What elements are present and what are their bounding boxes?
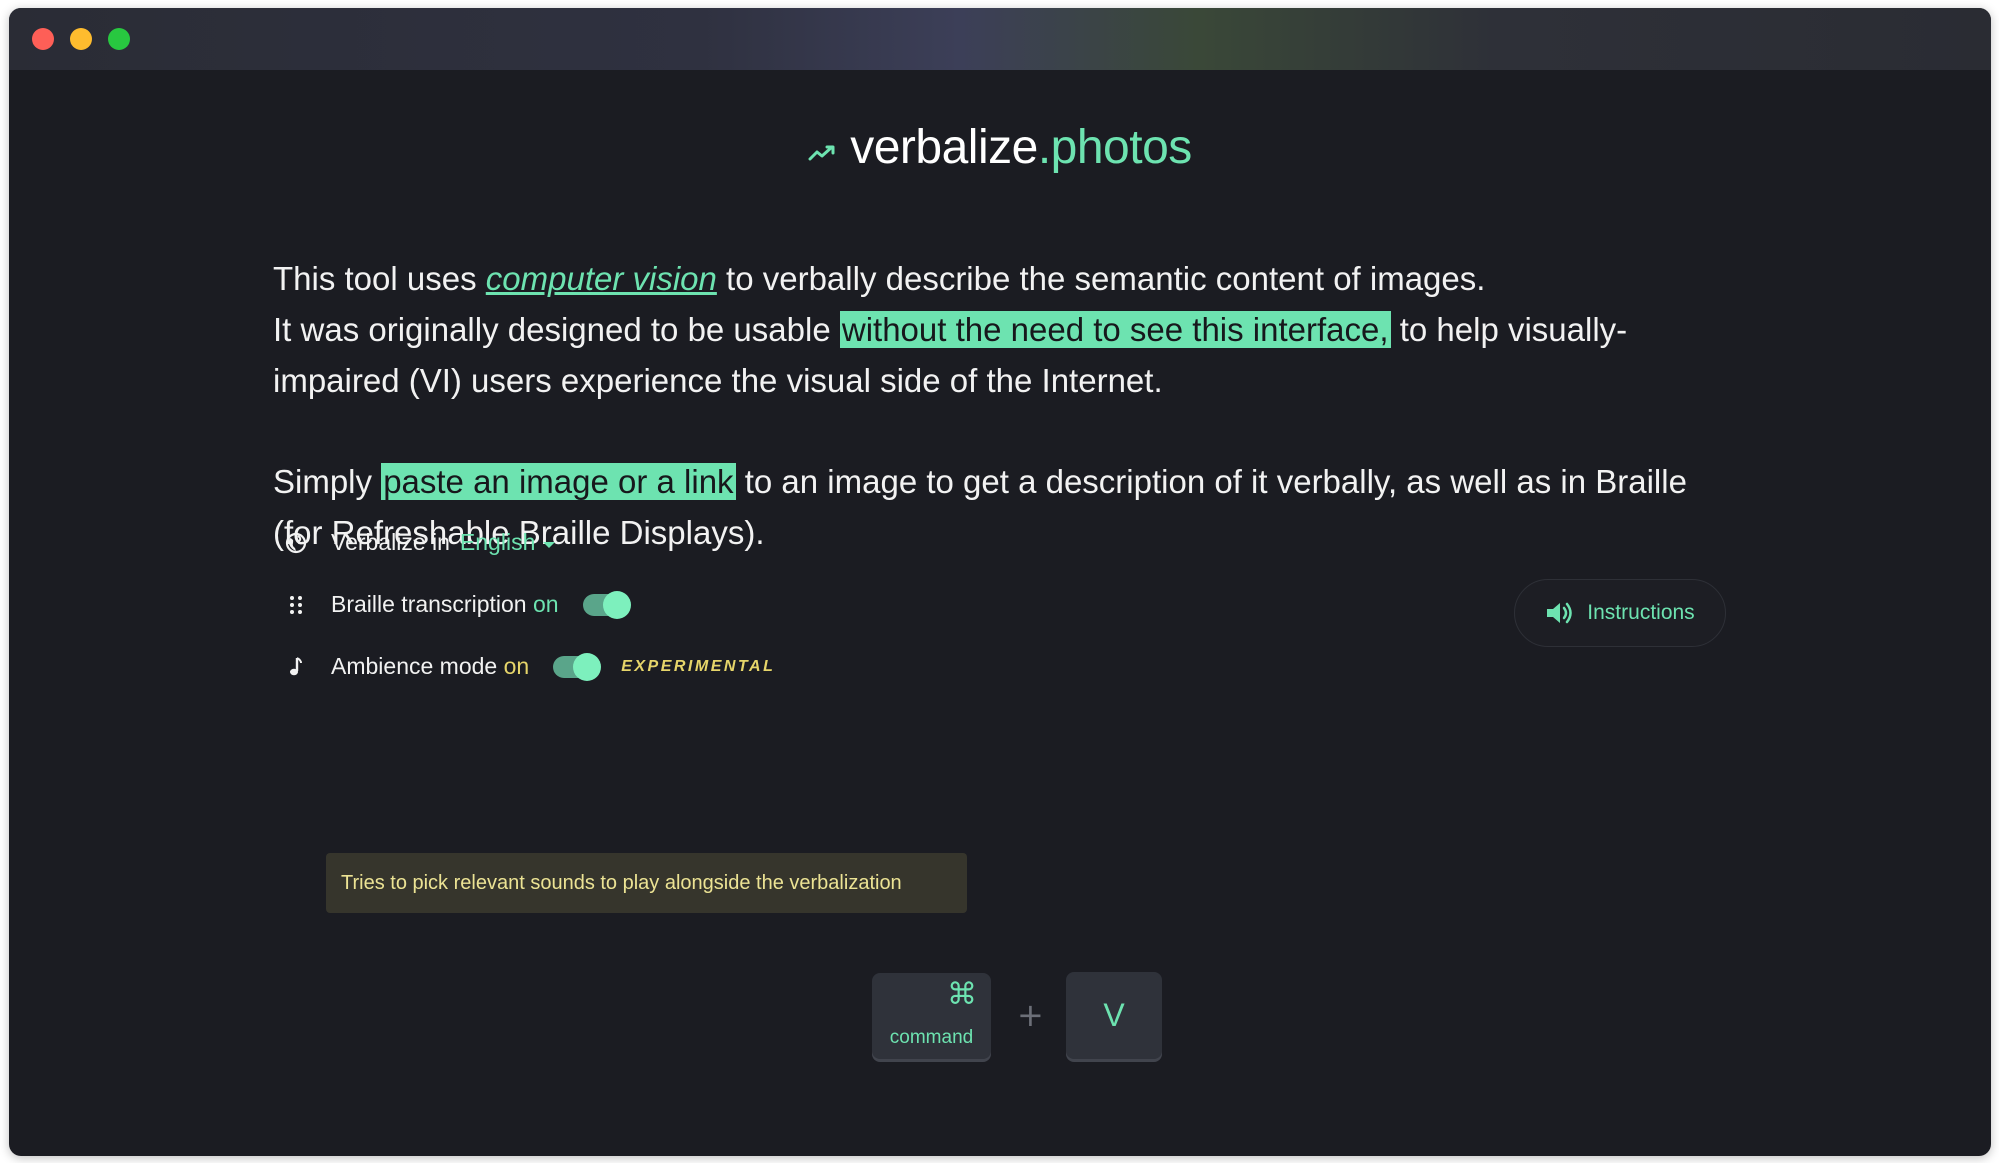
globe-icon — [281, 532, 311, 554]
highlight-no-interface: without the need to see this interface, — [839, 311, 1391, 348]
brand-tld: .photos — [1037, 121, 1192, 174]
minimize-window-button[interactable] — [70, 28, 92, 50]
ambience-tooltip: Tries to pick relevant sounds to play al… — [326, 853, 967, 913]
brand-name: verbalize — [850, 121, 1038, 174]
ambience-toggle[interactable] — [553, 652, 602, 681]
intro-paragraph-1: This tool uses computer vision to verbal… — [273, 260, 1628, 399]
instructions-label: Instructions — [1587, 601, 1695, 624]
chevron-down-icon — [543, 541, 556, 548]
title-bar — [9, 8, 1991, 70]
music-note-icon — [281, 656, 311, 678]
plus-sign: + — [1017, 996, 1044, 1034]
trending-line-icon — [808, 119, 836, 174]
experimental-badge: EXPERIMENTAL — [621, 657, 776, 675]
speaker-icon — [1545, 600, 1575, 626]
braille-label: Braille transcription — [331, 591, 527, 617]
v-key[interactable]: V — [1066, 972, 1162, 1059]
app-window: verbalize.photos This tool uses computer… — [9, 8, 1991, 1156]
instructions-button[interactable]: Instructions — [1514, 579, 1726, 647]
braille-toggle[interactable] — [582, 590, 631, 619]
language-dropdown[interactable]: English — [459, 529, 556, 556]
command-label: command — [889, 1027, 974, 1048]
highlight-paste: paste an image or a link — [381, 463, 736, 500]
language-setting: Verbalize in English — [281, 529, 556, 556]
command-key[interactable]: ⌘ command — [872, 973, 991, 1059]
toggle-knob — [573, 652, 602, 681]
close-window-button[interactable] — [32, 28, 54, 50]
language-label: Verbalize in — [331, 529, 450, 555]
language-value: English — [459, 529, 536, 555]
braille-setting: Braille transcription on — [281, 590, 631, 619]
ambience-label: Ambience mode — [331, 653, 498, 679]
toggle-knob — [602, 590, 631, 619]
maximize-window-button[interactable] — [108, 28, 130, 50]
ambience-state: on — [503, 653, 530, 679]
computer-vision-link[interactable]: computer vision — [486, 260, 717, 297]
command-glyph: ⌘ — [947, 977, 977, 1012]
braille-dots-icon — [281, 594, 311, 616]
braille-state: on — [532, 591, 559, 617]
brand-logo: verbalize.photos — [9, 120, 1991, 178]
ambience-setting: Ambience mode on EXPERIMENTAL — [281, 652, 776, 681]
